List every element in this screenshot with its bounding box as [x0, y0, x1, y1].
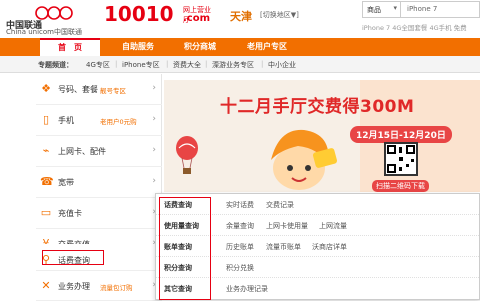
divider: | — [115, 60, 118, 68]
sidebar-item-label: 手机 — [58, 116, 74, 125]
10010-logo[interactable]: 10010 网上营业厅 .com — [104, 2, 214, 36]
flyout-link[interactable]: 余量查询 — [226, 221, 254, 231]
highlight-box — [42, 250, 104, 265]
promo-banner[interactable]: 十二月手厅交费得300M 12月15日-12月20日 扫描二维码下载 — [164, 80, 480, 192]
chevron-down-icon: ▾ — [393, 4, 397, 12]
brand-number: 10010 — [104, 2, 174, 26]
sidebar-item-tag[interactable]: 靓号专区 — [100, 85, 126, 95]
sidebar-item-datacards[interactable]: ⌁ 上网卡、配件 › — [36, 136, 162, 167]
nav-self-service[interactable]: 自助服务 — [108, 38, 168, 56]
broadband-icon: ☎ — [40, 175, 54, 188]
search-category-value: 商品 — [367, 6, 381, 14]
divider: | — [261, 60, 264, 68]
main-nav: 首 页 自助服务 积分商城 老用户专区 — [0, 38, 480, 56]
banner-title: 十二月手厅交费得300M — [220, 97, 415, 117]
subnav-link-sme[interactable]: 中小企业 — [268, 60, 296, 70]
flyout-link[interactable]: 流量币账单 — [266, 242, 301, 252]
sidebar-item-label: 上网卡、配件 — [58, 147, 106, 156]
header: 中国联通 China unicom中国联通 10010 网上营业厅 .com 天… — [0, 0, 480, 38]
sidebar-item-numbers-plans[interactable]: ❖ 号码、套餐 靓号专区 › — [36, 74, 162, 105]
current-city: 天津 — [230, 10, 252, 23]
flyout-link[interactable]: 实时话费 — [226, 200, 254, 210]
flyout-link[interactable]: 沃商店详单 — [312, 242, 347, 252]
category-sidebar: ❖ 号码、套餐 靓号专区 › ▯ 手机 老用户0元购 › ⌁ 上网卡、配件 › … — [36, 74, 162, 301]
cartoon-mascot-icon — [271, 129, 338, 190]
wrench-icon: ✕ — [41, 279, 51, 292]
sidebar-item-label: 宽带 — [58, 178, 74, 187]
chevron-right-icon: › — [152, 176, 156, 186]
qr-download-label: 扫描二维码下载 — [372, 180, 429, 192]
sidebar-item-tag[interactable]: 流量包订购 — [100, 282, 133, 292]
brand-domain: .com — [183, 13, 211, 24]
flyout-link[interactable]: 交费记录 — [266, 200, 294, 210]
phone-icon: ▯ — [42, 113, 50, 126]
logo-text-en: China unicom中国联通 — [6, 28, 82, 36]
card-icon: ▭ — [40, 206, 52, 219]
topic-channel-label: 专题频道： — [38, 61, 73, 69]
chevron-right-icon: › — [152, 83, 156, 93]
sidebar-item-business[interactable]: ✕ 业务办理 流量包订购 › — [36, 270, 162, 301]
hot-air-balloon-icon — [176, 136, 198, 174]
cube-icon: ❖ — [41, 82, 51, 95]
banner-date: 12月15日-12月20日 — [350, 126, 452, 143]
sidebar-item-phones[interactable]: ▯ 手机 老用户0元购 › — [36, 105, 162, 136]
nav-old-users[interactable]: 老用户专区 — [232, 38, 302, 56]
subnav-link-iphone[interactable]: iPhone专区 — [122, 60, 160, 70]
china-unicom-logo[interactable]: 中国联通 China unicom中国联通 — [4, 4, 100, 36]
chevron-right-icon: › — [152, 145, 156, 155]
search-category-select[interactable]: 商品 ▾ — [363, 2, 401, 17]
nav-points-mall[interactable]: 积分商城 — [170, 38, 230, 56]
sidebar-item-prepaid-card[interactable]: ▭ 充值卡 › — [36, 198, 162, 229]
flyout-link[interactable]: 历史账单 — [226, 242, 254, 252]
flyout-link[interactable]: 业务办理记录 — [226, 284, 268, 294]
city-switch-link[interactable]: [切换地区▼] — [260, 10, 299, 20]
subnav-link-tariffs[interactable]: 资费大全 — [173, 60, 201, 70]
nav-home[interactable]: 首 页 — [40, 38, 100, 56]
topic-channel-bar: 专题频道： 4G专区 | iPhone专区 | 资费大全 | 溧游业务专区 | … — [0, 56, 480, 73]
chevron-right-icon: › — [152, 114, 156, 124]
divider: | — [166, 60, 169, 68]
flyout-link[interactable]: 上网流量 — [319, 221, 347, 231]
highlight-box — [159, 197, 211, 300]
search-input[interactable]: iPhone 7 — [407, 5, 437, 13]
flyout-link[interactable]: 积分兑换 — [226, 263, 254, 273]
hot-search-words[interactable]: iPhone 7 4G全国套餐 4G手机 免费 — [362, 22, 467, 32]
search-box[interactable]: 商品 ▾ iPhone 7 — [362, 1, 480, 18]
subnav-link-roaming[interactable]: 溧游业务专区 — [212, 60, 254, 70]
flyout-link[interactable]: 上网卡使用量 — [266, 221, 308, 231]
divider: | — [205, 60, 208, 68]
sidebar-item-broadband[interactable]: ☎ 宽带 › — [36, 167, 162, 198]
qr-code-icon — [384, 142, 418, 176]
sidebar-item-tag[interactable]: 老用户0元购 — [100, 116, 137, 126]
sidebar-item-label: 充值卡 — [58, 209, 82, 218]
sidebar-item-label: 业务办理 — [58, 282, 90, 291]
usb-icon: ⌁ — [42, 144, 50, 157]
sidebar-item-label: 号码、套餐 — [58, 85, 98, 94]
subnav-link-4g[interactable]: 4G专区 — [86, 60, 110, 70]
